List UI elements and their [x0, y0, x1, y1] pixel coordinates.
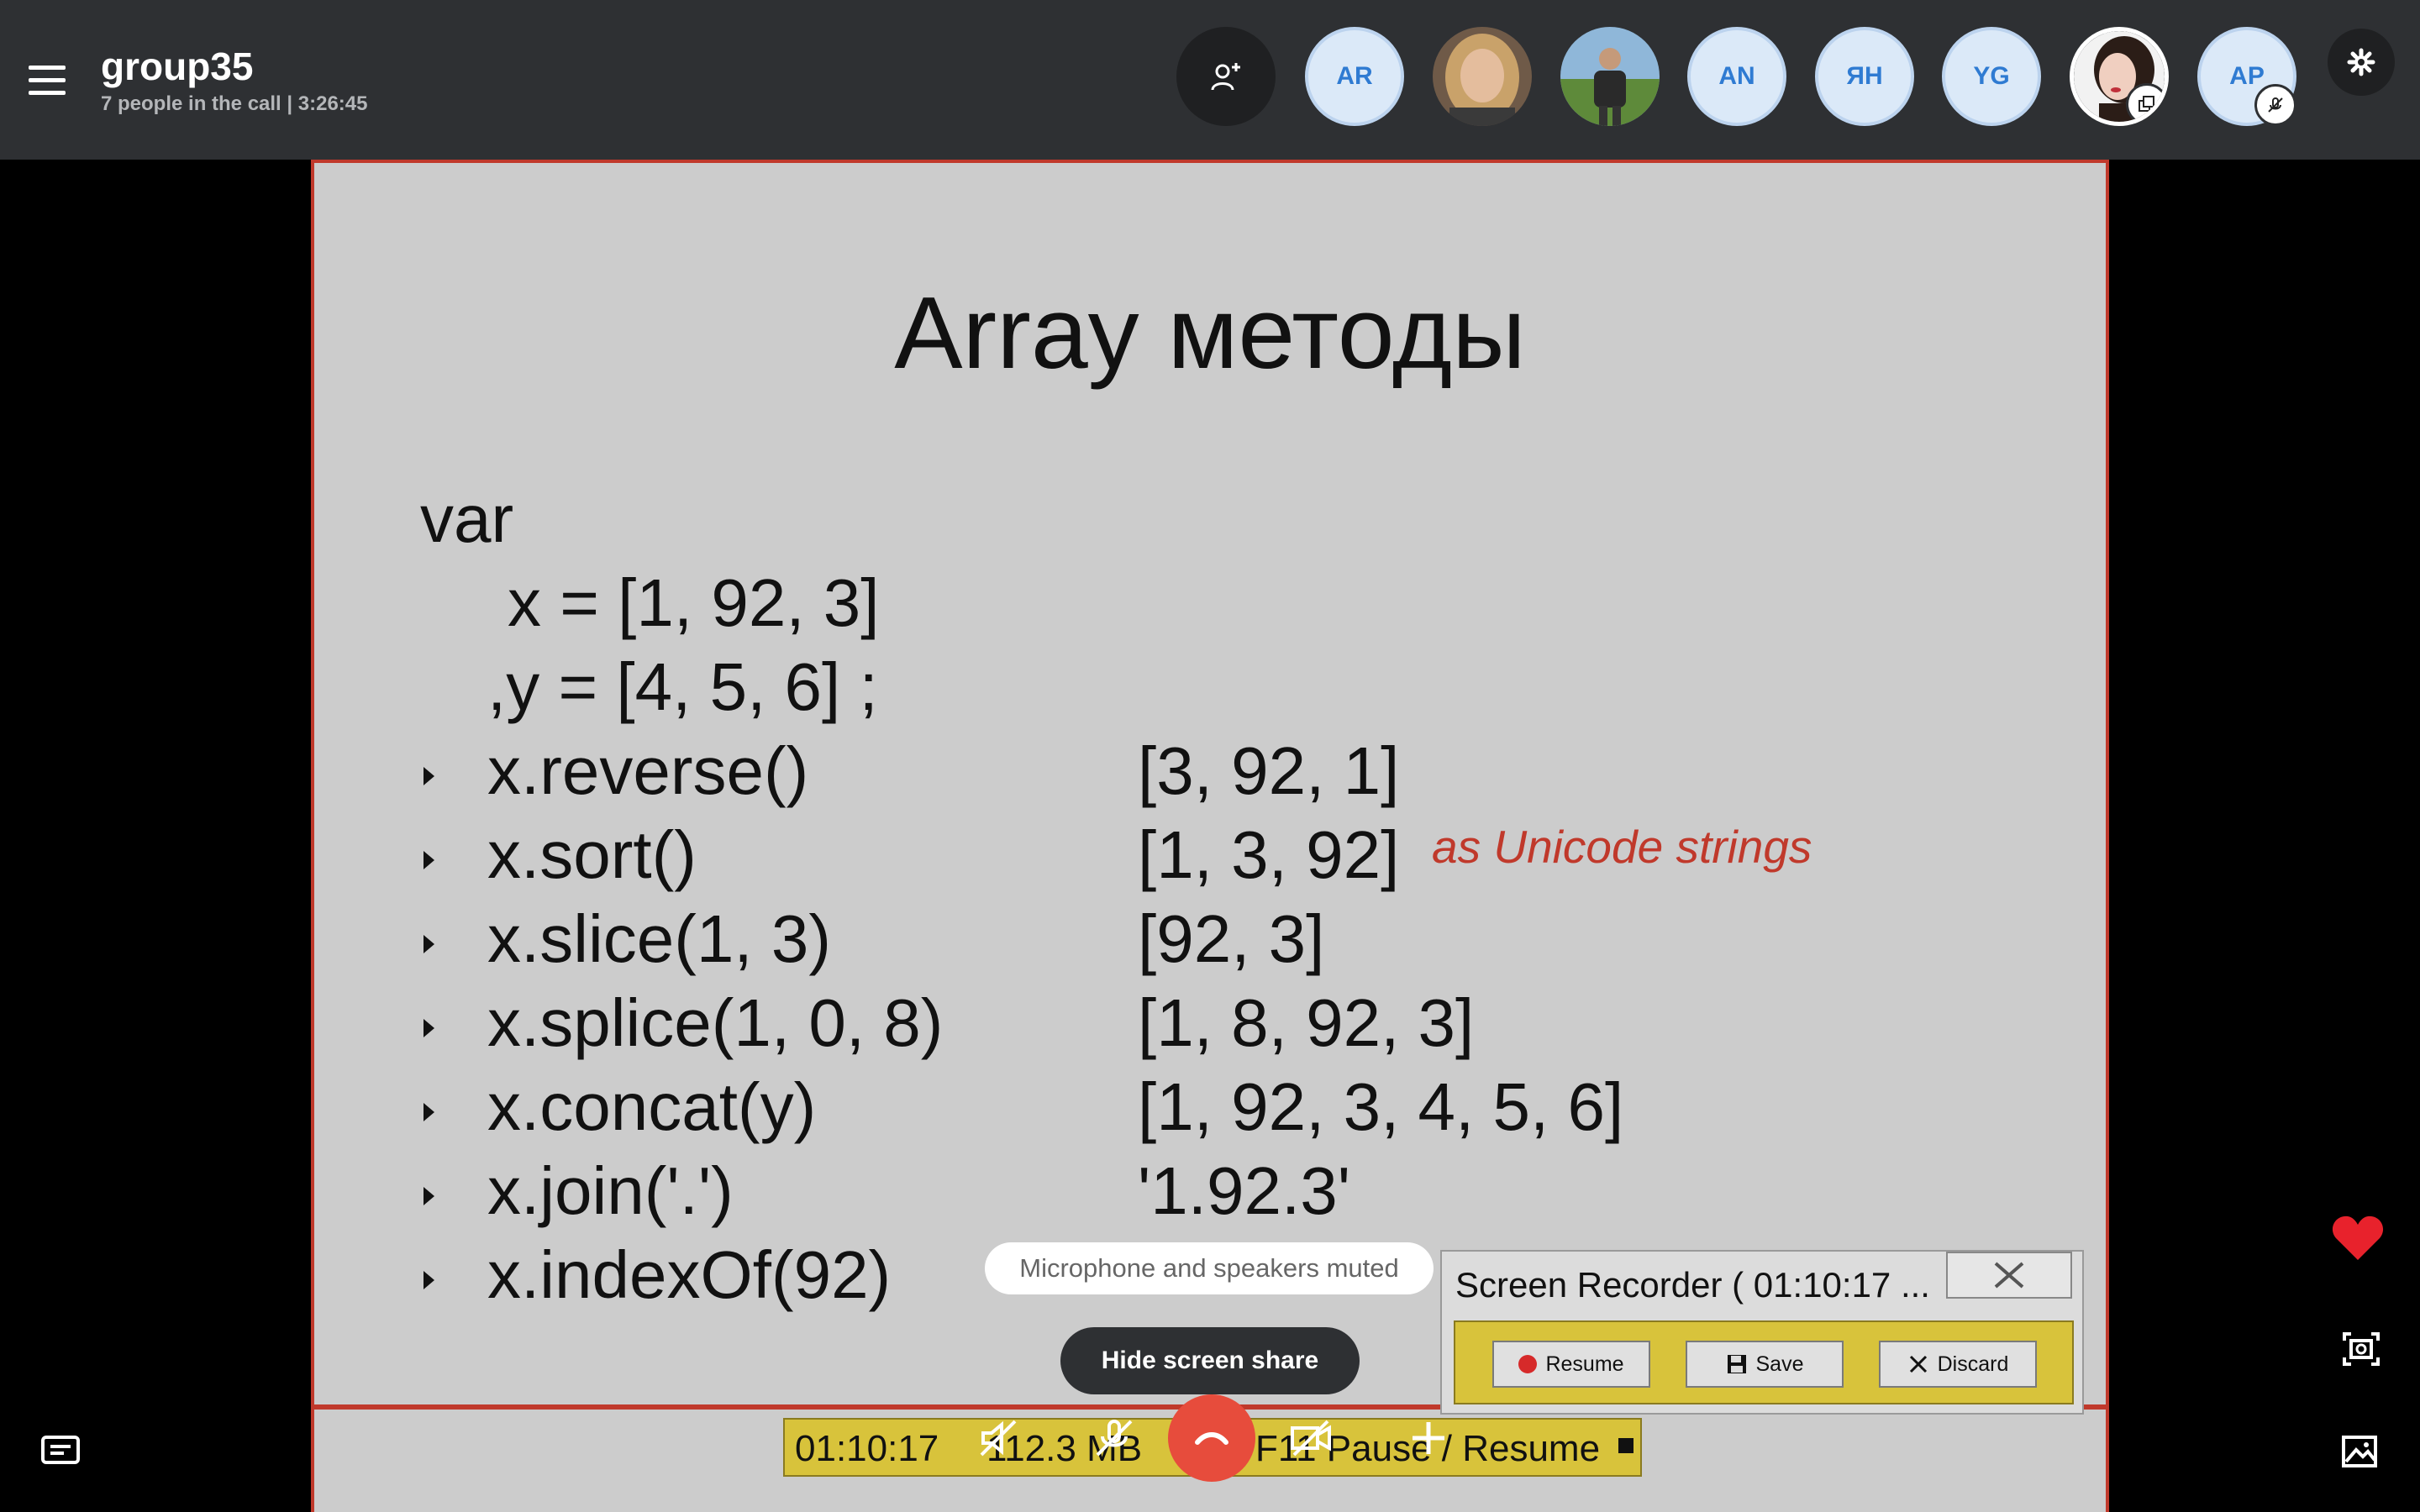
react-button[interactable] — [2331, 1213, 2385, 1266]
call-header: group35 7 people in the call | 3:26:45 A… — [0, 0, 2420, 160]
call-title: group35 — [101, 45, 254, 88]
participant-avatar[interactable] — [1433, 27, 1532, 126]
screen-recorder-window: Screen Recorder ( 01:10:17 ... Resume Sa… — [1440, 1250, 2084, 1415]
code-line: ,y = [4, 5, 6] ; — [487, 649, 878, 724]
close-icon — [1909, 1355, 1927, 1373]
call-controls — [955, 1394, 1476, 1488]
mic-muted-icon — [1096, 1420, 1133, 1457]
screenshot-button[interactable] — [2341, 1331, 2381, 1372]
method-line: x.splice(1, 0, 8) — [487, 985, 944, 1060]
bullet-icon — [424, 767, 434, 785]
plus-icon — [1413, 1422, 1444, 1454]
screen-share-badge-icon — [2126, 83, 2165, 122]
image-icon — [2342, 1436, 2377, 1467]
participant-photo — [1433, 27, 1532, 126]
participant-avatar[interactable] — [1560, 27, 1660, 126]
participant-avatar[interactable]: ЯН — [1815, 27, 1914, 126]
result-line: '1.92.3' — [1138, 1153, 1350, 1228]
recorder-controls: Resume Save Discard — [1454, 1320, 2074, 1404]
slide-note: as Unicode strings — [1432, 821, 1812, 873]
hamburger-menu-icon[interactable] — [29, 66, 66, 95]
result-line: [1, 92, 3, 4, 5, 6] — [1138, 1069, 1624, 1144]
call-subtitle: 7 people in the call | 3:26:45 — [101, 92, 368, 115]
gallery-button[interactable] — [2341, 1435, 2378, 1473]
end-call-button[interactable] — [1168, 1394, 1255, 1482]
record-icon — [1518, 1355, 1538, 1373]
video-toggle-button[interactable] — [1267, 1394, 1355, 1482]
snapshot-icon — [2343, 1332, 2380, 1366]
floppy-disk-icon — [1727, 1355, 1746, 1373]
bullet-icon — [424, 851, 434, 869]
close-icon — [1994, 1262, 2024, 1289]
result-line: [1, 8, 92, 3] — [1138, 985, 1475, 1060]
code-line: x = [1, 92, 3] — [508, 565, 880, 640]
method-line: x.indexOf(92) — [487, 1237, 892, 1312]
bullet-icon — [424, 1103, 434, 1121]
participant-photo — [1560, 27, 1660, 126]
settings-button[interactable] — [2328, 29, 2395, 96]
recorder-close-button[interactable] — [1946, 1252, 2072, 1299]
result-line: [1, 3, 92] — [1138, 817, 1400, 892]
method-line: x.concat(y) — [487, 1069, 817, 1144]
resume-button[interactable]: Resume — [1492, 1341, 1650, 1388]
bullet-icon — [424, 1271, 434, 1289]
gear-icon — [2347, 48, 2375, 76]
video-off-icon — [1291, 1420, 1331, 1457]
add-participant-button[interactable] — [1176, 27, 1276, 126]
code-line: var — [420, 481, 514, 556]
bullet-icon — [424, 1187, 434, 1205]
result-line: [92, 3] — [1138, 901, 1325, 976]
more-options-button[interactable] — [1385, 1394, 1472, 1482]
speaker-toggle-button[interactable] — [955, 1394, 1042, 1482]
participant-avatar[interactable] — [2070, 27, 2169, 126]
participant-avatar[interactable]: AN — [1687, 27, 1786, 126]
mute-toast: Microphone and speakers muted — [985, 1242, 1434, 1294]
method-line: x.reverse() — [487, 733, 809, 808]
chat-icon — [41, 1436, 80, 1464]
recorder-title: Screen Recorder ( 01:10:17 ... — [1455, 1265, 1930, 1305]
result-line: [3, 92, 1] — [1138, 733, 1400, 808]
discard-button[interactable]: Discard — [1879, 1341, 2037, 1388]
hide-screen-share-button[interactable]: Hide screen share — [1060, 1327, 1360, 1394]
muted-mic-icon — [2254, 84, 2296, 126]
recording-time: 01:10:17 — [795, 1428, 939, 1469]
slide-title: Array методы — [894, 276, 1526, 390]
participant-avatar[interactable]: AR — [1305, 27, 1404, 126]
bullet-icon — [424, 935, 434, 953]
bullet-icon — [424, 1019, 434, 1037]
save-button[interactable]: Save — [1686, 1341, 1844, 1388]
heart-icon — [2332, 1215, 2384, 1260]
add-person-icon — [1211, 63, 1240, 91]
hang-up-icon — [1195, 1432, 1228, 1445]
participant-avatar[interactable]: AP — [2197, 27, 2296, 126]
method-line: x.slice(1, 3) — [487, 901, 831, 976]
stop-icon[interactable] — [1618, 1438, 1634, 1453]
participant-avatar[interactable]: YG — [1942, 27, 2041, 126]
chat-button[interactable] — [40, 1435, 81, 1473]
microphone-toggle-button[interactable] — [1071, 1394, 1158, 1482]
method-line: x.join('.') — [487, 1153, 734, 1228]
speaker-muted-icon — [980, 1420, 1017, 1457]
method-line: x.sort() — [487, 817, 697, 892]
